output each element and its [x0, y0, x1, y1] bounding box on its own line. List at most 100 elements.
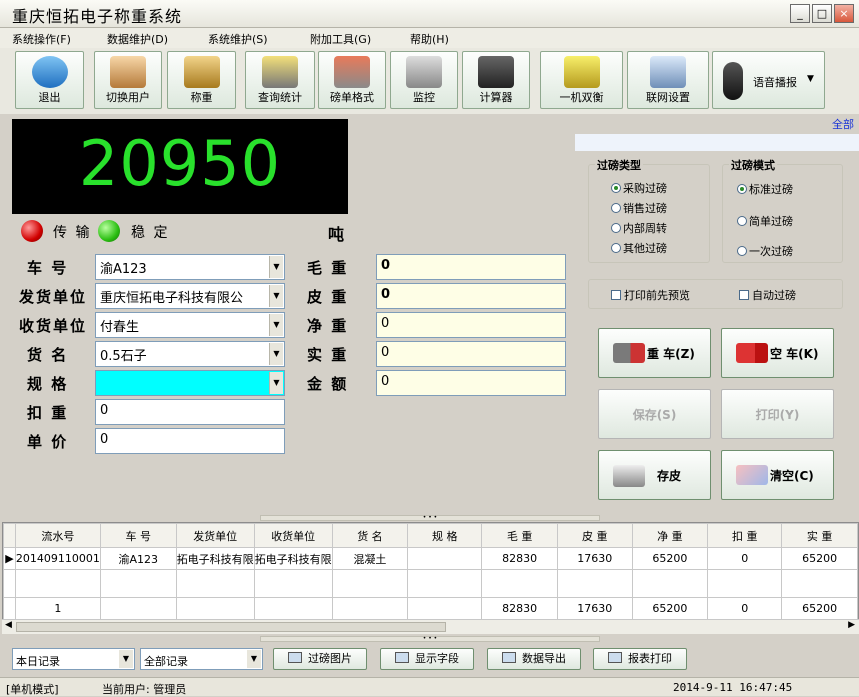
radio-standard[interactable]: 标准过磅: [737, 181, 793, 197]
col-spec[interactable]: 规 格: [407, 523, 483, 548]
deduct-label: 扣 重: [27, 404, 69, 422]
empty-truck-button[interactable]: 空 车(K): [721, 328, 834, 378]
scroll-right-icon[interactable]: ▶: [848, 620, 855, 630]
col-goods[interactable]: 货 名: [331, 523, 409, 548]
splitter-top[interactable]: • • •: [260, 515, 600, 521]
radio-icon: [737, 216, 747, 226]
preview-checkbox[interactable]: 打印前先预览: [611, 287, 690, 303]
eraser-icon: [736, 465, 768, 485]
radio-internal[interactable]: 内部周转: [611, 220, 667, 236]
scroll-thumb[interactable]: [16, 622, 446, 632]
menu-bar: 系统操作(F) 数据维护(D) 系统维护(S) 附加工具(G) 帮助(H): [0, 28, 859, 48]
picture-icon: [288, 652, 302, 663]
minimize-button[interactable]: _: [790, 4, 810, 23]
show-fields-button[interactable]: 显示字段: [380, 648, 474, 670]
info-strip: [575, 134, 859, 151]
calculator-button[interactable]: 计算器: [462, 51, 530, 109]
export-button[interactable]: 数据导出: [487, 648, 581, 670]
range-select[interactable]: 本日记录 ▼: [12, 648, 135, 670]
save-button[interactable]: 保存(S): [598, 389, 711, 439]
close-button[interactable]: ×: [834, 4, 854, 23]
radio-single[interactable]: 一次过磅: [737, 243, 793, 259]
plate-select[interactable]: 渝A123 ▼: [95, 254, 285, 280]
price-input[interactable]: 0: [95, 428, 285, 454]
auto-weigh-checkbox[interactable]: 自动过磅: [739, 287, 796, 303]
weigh-pictures-button[interactable]: 过磅图片: [273, 648, 367, 670]
window-title: 重庆恒拓电子称重系统: [12, 7, 183, 26]
col-tare[interactable]: 皮 重: [556, 523, 633, 548]
report-print-button[interactable]: 报表打印: [593, 648, 687, 670]
exit-button[interactable]: 退出: [15, 51, 84, 109]
menu-maintenance[interactable]: 系统维护(S): [208, 31, 268, 47]
net-input[interactable]: 0: [376, 312, 566, 338]
clear-button[interactable]: 清空(C): [721, 450, 834, 500]
col-actual[interactable]: 实 重: [781, 523, 858, 548]
gross-input[interactable]: 0: [376, 254, 566, 280]
menu-help[interactable]: 帮助(H): [410, 31, 449, 47]
chevron-down-icon[interactable]: ▼: [269, 314, 283, 336]
database-icon: [613, 465, 645, 487]
menu-tools[interactable]: 附加工具(G): [310, 31, 371, 47]
store-tare-button[interactable]: 存皮: [598, 450, 711, 500]
computer-icon: [650, 56, 686, 88]
dual-scale-button[interactable]: 一机双衡: [540, 51, 623, 109]
chevron-down-icon[interactable]: ▼: [269, 256, 283, 278]
menu-data[interactable]: 数据维护(D): [107, 31, 168, 47]
col-deduct[interactable]: 扣 重: [707, 523, 783, 548]
actual-label: 实 重: [307, 346, 349, 364]
scroll-left-icon[interactable]: ◀: [5, 620, 12, 630]
chevron-down-icon[interactable]: ▼: [119, 650, 133, 668]
goods-select[interactable]: 0.5石子 ▼: [95, 341, 285, 367]
radio-purchase[interactable]: 采购过磅: [611, 180, 667, 196]
splitter-bottom[interactable]: • • •: [260, 636, 600, 642]
chevron-down-icon[interactable]: ▼: [247, 650, 261, 668]
camera-icon: [406, 56, 442, 88]
radio-other[interactable]: 其他过磅: [611, 240, 667, 256]
actual-input[interactable]: 0: [376, 341, 566, 367]
monitor-button[interactable]: 监控: [390, 51, 458, 109]
chevron-down-icon[interactable]: ▼: [269, 372, 283, 394]
col-net[interactable]: 净 重: [631, 523, 709, 548]
weigh-button[interactable]: 称重: [167, 51, 236, 109]
maximize-button[interactable]: □: [812, 4, 832, 23]
row-pointer-icon: ▶: [3, 547, 16, 570]
col-shipper[interactable]: 发货单位: [175, 523, 255, 548]
col-plate[interactable]: 车 号: [99, 523, 177, 548]
col-receiver[interactable]: 收货单位: [253, 523, 333, 548]
spec-select[interactable]: ▼: [95, 370, 285, 396]
col-serial[interactable]: 流水号: [14, 523, 101, 548]
print-button[interactable]: 打印(Y): [721, 389, 834, 439]
ticket-format-button[interactable]: 磅单格式: [318, 51, 386, 109]
chevron-down-icon[interactable]: ▼: [269, 285, 283, 307]
receiver-select[interactable]: 付春生 ▼: [95, 312, 285, 338]
mode-status: [单机模式]: [6, 683, 59, 696]
gross-label: 毛 重: [307, 259, 349, 277]
radio-icon: [737, 246, 747, 256]
unit-label: 吨: [328, 225, 347, 244]
stable-indicator-icon: [98, 220, 120, 242]
col-gross[interactable]: 毛 重: [481, 523, 558, 548]
amount-input[interactable]: 0: [376, 370, 566, 396]
radio-simple[interactable]: 简单过磅: [737, 213, 793, 229]
voice-broadcast-button[interactable]: 语音播报 ▼: [712, 51, 825, 109]
query-button[interactable]: 查询统计: [245, 51, 315, 109]
switch-user-button[interactable]: 切换用户: [94, 51, 162, 109]
tare-input[interactable]: 0: [376, 283, 566, 309]
radio-sales[interactable]: 销售过磅: [611, 200, 667, 216]
radio-icon: [611, 243, 621, 253]
table-row[interactable]: ▶ 201409110001 渝A123 拓电子科技有限 拓电子科技有限 混凝土…: [3, 547, 858, 570]
tools-icon: [334, 56, 370, 88]
heavy-truck-button[interactable]: 重 车(Z): [598, 328, 711, 378]
price-label: 单 价: [27, 433, 69, 451]
receiver-label: 收货单位: [19, 317, 88, 335]
shipper-select[interactable]: 重庆恒拓电子科技有限公 ▼: [95, 283, 285, 309]
amount-label: 金 额: [307, 375, 349, 393]
horizontal-scrollbar[interactable]: ◀ ▶: [2, 619, 859, 634]
filter-select[interactable]: 全部记录 ▼: [140, 648, 263, 670]
menu-system[interactable]: 系统操作(F): [12, 31, 71, 47]
all-link[interactable]: 全部: [832, 116, 854, 132]
chevron-down-icon[interactable]: ▼: [269, 343, 283, 365]
network-button[interactable]: 联网设置: [627, 51, 709, 109]
title-bar: 重庆恒拓电子称重系统 _ □ ×: [0, 0, 859, 28]
deduct-input[interactable]: 0: [95, 399, 285, 425]
